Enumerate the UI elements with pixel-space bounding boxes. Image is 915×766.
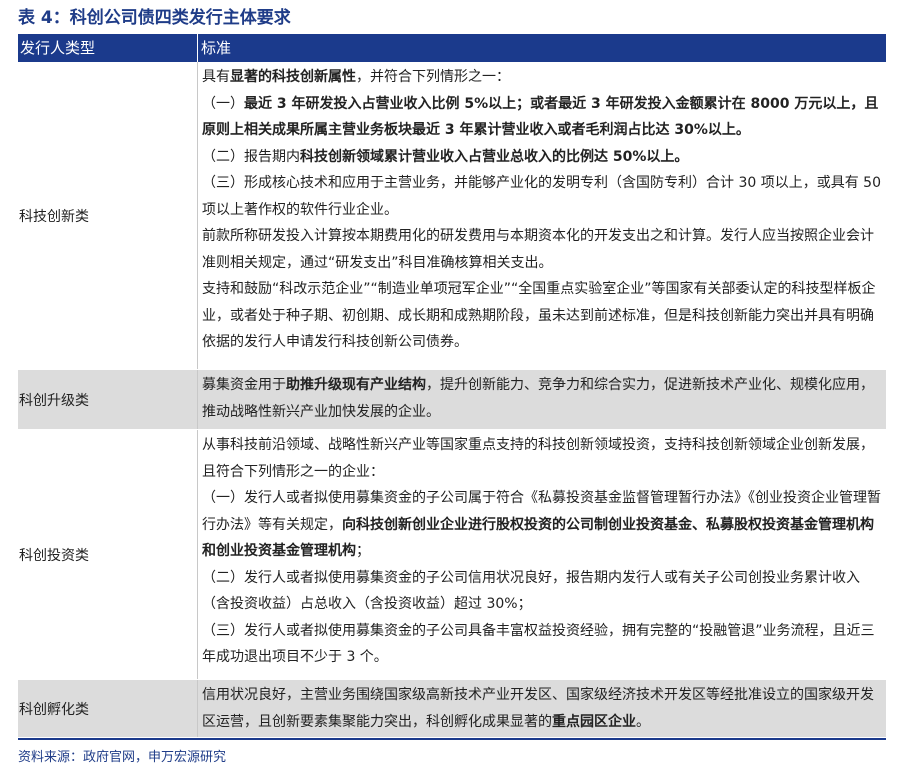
standard-paragraph: （二）发行人或者拟使用募集资金的子公司信用状况良好，报告期内发行人或有关子公司创… — [202, 569, 860, 613]
table-row: 科创孵化类 信用状况良好，主营业务围绕国家级高新技术产业开发区、国家级经济技术开… — [18, 680, 886, 738]
table-title: 表 4：科创公司债四类发行主体要求 — [18, 8, 291, 28]
standard-paragraph: 信用状况良好，主营业务围绕国家级高新技术产业开发区、国家级经济技术开发区等经批准… — [202, 682, 882, 735]
header-issuer-type: 发行人类型 — [18, 34, 198, 62]
table-bottom-rule — [18, 738, 886, 740]
row-category: 科创投资类 — [18, 430, 198, 679]
row-category: 科创孵化类 — [18, 680, 198, 737]
standard-paragraph: （三）形成核心技术和应用于主营业务，并能够产业化的发明专利（含国防专利）合计 3… — [202, 175, 881, 218]
standard-paragraph: （二）报告期内科技创新领域累计营业收入占营业总收入的比例达 50%以上。 — [202, 144, 882, 171]
standard-paragraph: 具有显著的科技创新属性，并符合下列情形之一： — [202, 64, 882, 91]
standard-paragraph: （一）最近 3 年研发投入占营业收入比例 5%以上；或者最近 3 年研发投入金额… — [202, 91, 882, 144]
row-category: 科创升级类 — [18, 370, 198, 429]
standard-paragraph: 支持和鼓励“科改示范企业”“制造业单项冠军企业”“全国重点实验室企业”等国家有关… — [202, 281, 876, 350]
text: 信用状况良好，主营业务围绕国家级高新技术产业开发区、国家级经济技术开发区等经批准… — [202, 687, 874, 730]
standard-paragraph: 前款所称研发投入计算按本期费用化的研发费用与本期资本化的开发支出之和计算。发行人… — [202, 228, 874, 271]
standard-paragraph: 募集资金用于助推升级现有产业结构，提升创新能力、竞争力和综合实力，促进新技术产业… — [202, 372, 882, 425]
bold-text: 科技创新领域累计营业收入占营业总收入的比例达 50%以上。 — [300, 148, 689, 165]
bold-text: 最近 3 年研发投入占营业收入比例 5%以上；或者最近 3 年研发投入金额累计在… — [202, 95, 879, 139]
text: 具有 — [202, 69, 230, 85]
standard-paragraph: （一）发行人或者拟使用募集资金的子公司属于符合《私募投资基金监督管理暂行办法》《… — [202, 485, 882, 565]
row-standard: 募集资金用于助推升级现有产业结构，提升创新能力、竞争力和综合实力，促进新技术产业… — [198, 370, 886, 429]
report-table-page: 表 4：科创公司债四类发行主体要求 发行人类型 标准 科技创新类 具有显著的科技… — [18, 0, 886, 765]
text: （一） — [202, 95, 244, 112]
text: 募集资金用于 — [202, 377, 286, 393]
text: （二）报告期内 — [202, 148, 300, 165]
table-header: 发行人类型 标准 — [18, 34, 886, 62]
bold-text: 助推升级现有产业结构 — [286, 377, 426, 393]
table-row: 科创升级类 募集资金用于助推升级现有产业结构，提升创新能力、竞争力和综合实力，促… — [18, 370, 886, 430]
table-row: 科创投资类 从事科技前沿领域、战略性新兴产业等国家重点支持的科技创新领域投资，支… — [18, 430, 886, 680]
table-row: 科技创新类 具有显著的科技创新属性，并符合下列情形之一： （一）最近 3 年研发… — [18, 62, 886, 370]
standard-paragraph: （三）发行人或者拟使用募集资金的子公司具备丰富权益投资经验，拥有完整的“投融管退… — [202, 622, 875, 666]
header-standard: 标准 — [201, 39, 232, 57]
text: ； — [356, 543, 370, 559]
standard-paragraph: 从事科技前沿领域、战略性新兴产业等国家重点支持的科技创新领域投资，支持科技创新领… — [202, 437, 874, 480]
row-standard: 信用状况良好，主营业务围绕国家级高新技术产业开发区、国家级经济技术开发区等经批准… — [198, 680, 886, 737]
source-note: 资料来源：政府官网，申万宏源研究 — [18, 750, 227, 765]
row-standard: 从事科技前沿领域、战略性新兴产业等国家重点支持的科技创新领域投资，支持科技创新领… — [198, 430, 886, 679]
text: 。 — [636, 713, 650, 730]
bold-text: 重点园区企业 — [552, 713, 636, 730]
row-category: 科技创新类 — [18, 62, 198, 369]
text: ，并符合下列情形之一： — [356, 69, 510, 85]
row-standard: 具有显著的科技创新属性，并符合下列情形之一： （一）最近 3 年研发投入占营业收… — [198, 62, 886, 369]
bold-text: 显著的科技创新属性 — [230, 69, 356, 85]
